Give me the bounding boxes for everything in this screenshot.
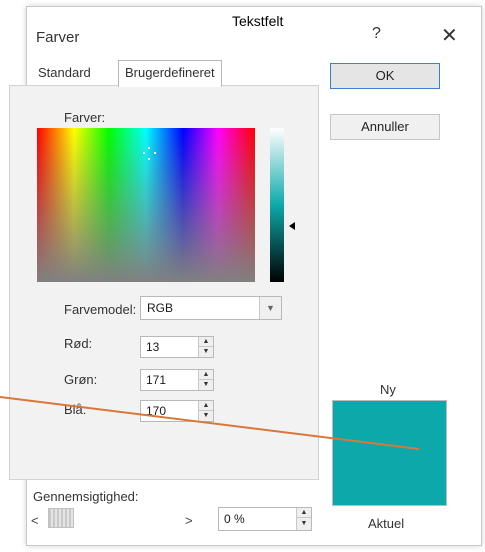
green-label: Grøn: (64, 372, 98, 387)
red-decrement-icon[interactable]: ▼ (199, 347, 213, 357)
tab-standard[interactable]: Standard (32, 61, 97, 87)
green-stepper[interactable]: 171 ▲ ▼ (140, 369, 214, 391)
chevron-down-icon[interactable]: ▼ (259, 297, 281, 319)
ok-button[interactable]: OK (330, 63, 440, 89)
blue-stepper[interactable]: 170 ▲ ▼ (140, 400, 214, 422)
new-color-label: Ny (380, 382, 396, 397)
title-bar: Farver Tekstfelt ? ✕ (27, 7, 481, 57)
current-color-label: Aktuel (368, 516, 405, 531)
crosshair-icon[interactable] (143, 147, 156, 160)
transparency-decrement-icon[interactable]: ▼ (297, 519, 311, 529)
green-decrement-icon[interactable]: ▼ (199, 380, 213, 390)
blue-increment-icon[interactable]: ▲ (199, 401, 213, 411)
color-model-label: Farvemodel: (64, 302, 137, 317)
green-increment-icon[interactable]: ▲ (199, 370, 213, 380)
color-model-select[interactable]: RGB ▼ (140, 296, 282, 320)
scroll-right-icon[interactable]: > (185, 513, 193, 528)
close-icon[interactable]: ✕ (441, 23, 458, 48)
help-button[interactable]: ? (372, 25, 381, 43)
blue-decrement-icon[interactable]: ▼ (199, 411, 213, 421)
blue-spin-buttons: ▲ ▼ (198, 401, 213, 421)
red-stepper[interactable]: 13 ▲ ▼ (140, 336, 214, 358)
scroll-left-icon[interactable]: < (31, 513, 39, 528)
transparency-slider-thumb[interactable] (48, 508, 74, 528)
dialog-title: Farver (36, 29, 80, 46)
tab-custom[interactable]: Brugerdefineret (118, 60, 222, 87)
red-value: 13 (146, 340, 160, 354)
green-value: 171 (146, 373, 167, 387)
blue-label: Blå: (64, 402, 87, 417)
red-label: Rød: (64, 336, 93, 351)
color-preview-swatch (332, 400, 447, 506)
red-spin-buttons: ▲ ▼ (198, 337, 213, 357)
cancel-button[interactable]: Annuller (330, 114, 440, 140)
green-spin-buttons: ▲ ▼ (198, 370, 213, 390)
transparency-increment-icon[interactable]: ▲ (297, 508, 311, 518)
colors-label: Farver: (64, 110, 106, 125)
overlay-caption: Tekstfelt (232, 13, 284, 29)
luminance-arrow-icon[interactable] (289, 222, 295, 230)
red-increment-icon[interactable]: ▲ (199, 337, 213, 347)
transparency-stepper[interactable]: 0 % ▲ ▼ (218, 507, 312, 531)
luminance-slider[interactable] (270, 128, 284, 282)
transparency-spin-buttons: ▲ ▼ (296, 508, 311, 530)
blue-value: 170 (146, 404, 167, 418)
transparency-label: Gennemsigtighed: (33, 489, 139, 504)
transparency-value: 0 % (224, 512, 245, 526)
color-model-value: RGB (147, 301, 174, 315)
